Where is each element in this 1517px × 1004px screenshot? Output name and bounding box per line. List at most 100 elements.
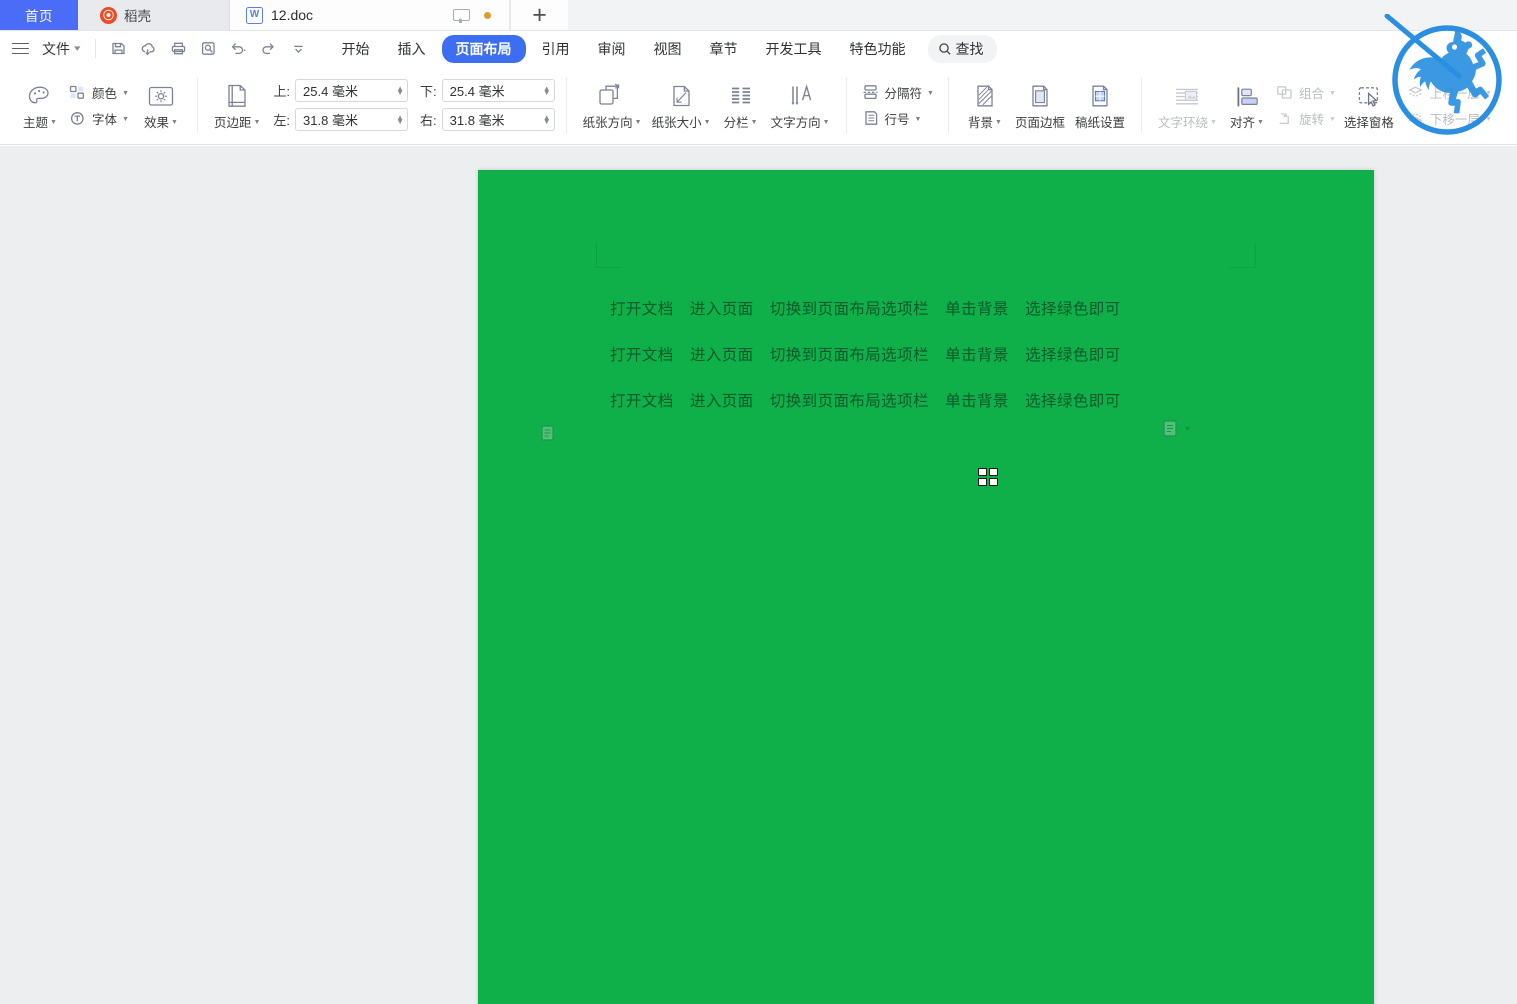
tab-review[interactable]: 审阅 xyxy=(586,35,638,63)
bring-forward-button[interactable]: 上移一层 ▼ xyxy=(1403,82,1495,103)
color-button[interactable]: 颜色 ▼ xyxy=(65,82,132,103)
chevron-down-icon: ▼ xyxy=(1328,89,1336,97)
daoke-flame-icon: ⦿ xyxy=(100,6,117,24)
tab-document-12doc[interactable]: W 12.doc xyxy=(230,0,510,30)
tab-page-layout[interactable]: 页面布局 xyxy=(441,34,526,63)
document-line[interactable]: 打开文档 进入页面 切换到页面布局选项栏 单击背景 选择绿色即可 xyxy=(610,297,1250,319)
line-segment: 选择绿色即可 xyxy=(1025,346,1121,364)
tab-insert[interactable]: 插入 xyxy=(386,35,438,63)
tab-daoke[interactable]: ⦿ 稻壳 xyxy=(78,0,230,30)
group-button[interactable]: 组合 ▼ xyxy=(1272,82,1339,103)
chevron-down-icon: ▼ xyxy=(1210,118,1217,126)
paste-options-icon[interactable] xyxy=(540,423,558,448)
margin-right-input[interactable]: 31.8 毫米 ▲ ▼ xyxy=(441,108,555,131)
font-button[interactable]: 字体 ▼ xyxy=(65,108,132,129)
menu-bar: 文件 ▾ 开始 插入 页面布局 引用 审阅 视图 章节 开发工具 特色功能 查找 xyxy=(0,31,1517,66)
document-text-body[interactable]: 打开文档 进入页面 切换到页面布局选项栏 单击背景 选择绿色即可 打开文档 进入… xyxy=(610,297,1250,435)
paper-orientation-label: 纸张方向 ▼ xyxy=(582,115,642,130)
file-menu-button[interactable]: 文件 ▾ xyxy=(36,36,86,62)
document-page[interactable]: 打开文档 进入页面 切换到页面布局选项栏 单击背景 选择绿色即可 打开文档 进入… xyxy=(478,170,1374,1004)
palette-icon xyxy=(26,80,54,110)
text-wrap-button[interactable]: 文字环绕 ▼ xyxy=(1153,78,1222,133)
word-doc-icon: W xyxy=(246,6,263,24)
chevron-down-icon: ▼ xyxy=(914,115,922,123)
cursor-quadrant xyxy=(978,478,987,486)
menu-hamburger-icon[interactable] xyxy=(12,42,29,55)
undo-icon[interactable] xyxy=(225,37,252,61)
breaks-subgroup: 分隔符 ▼ 行号 ▼ xyxy=(858,66,937,144)
chevron-down-icon[interactable]: ▼ xyxy=(1184,426,1191,433)
page-margin-icon xyxy=(224,80,250,110)
tab-chapter[interactable]: 章节 xyxy=(698,35,750,63)
monitor-icon[interactable] xyxy=(453,8,470,23)
save-icon[interactable] xyxy=(105,37,132,61)
redo-icon[interactable] xyxy=(255,37,282,61)
document-line[interactable]: 打开文档 进入页面 切换到页面布局选项栏 单击背景 选择绿色即可 xyxy=(610,343,1250,365)
margin-right-row: 右: 31.8 毫米 ▲ ▼ xyxy=(420,108,555,131)
find-button[interactable]: 查找 xyxy=(927,34,997,63)
chevron-down-icon: ▼ xyxy=(822,118,830,126)
margin-left-input[interactable]: 31.8 毫米 ▲ ▼ xyxy=(295,108,409,131)
tab-features-label: 特色功能 xyxy=(849,40,906,57)
align-objects-icon xyxy=(1233,80,1261,110)
background-button[interactable]: 背景 ▼ xyxy=(960,78,1010,133)
tab-bar-filler xyxy=(568,0,1517,30)
customize-toolbar-icon[interactable] xyxy=(285,37,312,61)
margin-right-label: 右: xyxy=(420,113,437,128)
stepper-arrows[interactable]: ▲ ▼ xyxy=(396,113,404,125)
paper-orientation-icon xyxy=(596,80,628,110)
layer-subgroup: 上移一层 ▼ 下移一层 ▼ xyxy=(1403,66,1495,144)
page-border-label: 页面边框 xyxy=(1014,115,1065,130)
tab-view-label: 视图 xyxy=(653,40,682,57)
bring-forward-icon xyxy=(1406,84,1425,101)
margin-top-input[interactable]: 25.4 毫米 ▲ ▼ xyxy=(295,79,409,102)
margin-top-label: 上: xyxy=(273,84,291,99)
new-tab-button[interactable]: + xyxy=(510,0,568,30)
line-segment: 切换到页面布局选项栏 xyxy=(769,392,929,410)
select-pane-button[interactable]: 选择窗格 xyxy=(1339,78,1399,133)
ribbon-divider xyxy=(1141,77,1142,133)
line-number-icon xyxy=(861,110,880,127)
effect-button[interactable]: 效果 ▼ xyxy=(136,78,186,133)
rotate-button[interactable]: 旋转 ▼ xyxy=(1272,108,1339,129)
paste-options-icon[interactable]: ▼ xyxy=(1162,418,1191,439)
tab-dev-tools[interactable]: 开发工具 xyxy=(754,35,834,63)
tab-start[interactable]: 开始 xyxy=(330,35,382,63)
bring-forward-label: 上移一层 xyxy=(1429,86,1480,101)
document-canvas[interactable]: 打开文档 进入页面 切换到页面布局选项栏 单击背景 选择绿色即可 打开文档 进入… xyxy=(0,146,1517,1004)
line-number-button[interactable]: 行号 ▼ xyxy=(858,108,937,129)
print-icon[interactable] xyxy=(165,37,192,61)
page-border-button[interactable]: 页面边框 xyxy=(1010,78,1070,133)
separator-button[interactable]: 分隔符 ▼ xyxy=(858,82,937,103)
send-backward-button[interactable]: 下移一层 ▼ xyxy=(1403,108,1495,129)
margin-bottom-input[interactable]: 25.4 毫米 ▲ ▼ xyxy=(441,79,555,102)
selection-pane-icon xyxy=(1355,80,1383,110)
align-button[interactable]: 对齐 ▼ xyxy=(1222,78,1272,133)
stepper-arrows[interactable]: ▲ ▼ xyxy=(396,84,404,96)
columns-button[interactable]: 分栏 ▼ xyxy=(716,78,766,133)
chevron-down-icon: ▼ xyxy=(927,89,934,97)
page-margin-button[interactable]: 页边距 ▼ xyxy=(209,78,265,133)
stepper-arrows[interactable]: ▲ ▼ xyxy=(543,113,551,125)
tab-home[interactable]: 首页 xyxy=(0,0,78,30)
text-direction-button[interactable]: 文字方向 ▼ xyxy=(766,78,835,133)
line-segment: 单击背景 xyxy=(945,392,1009,410)
theme-button[interactable]: 主题 ▼ xyxy=(15,78,65,133)
tab-chapter-label: 章节 xyxy=(709,40,738,57)
tab-reference[interactable]: 引用 xyxy=(530,35,582,63)
cloud-sync-icon[interactable] xyxy=(135,37,162,61)
print-preview-icon[interactable] xyxy=(195,37,222,61)
tab-features[interactable]: 特色功能 xyxy=(838,35,918,63)
chevron-down-icon: ▼ xyxy=(1484,115,1492,123)
paper-orientation-button[interactable]: 纸张方向 ▼ xyxy=(578,78,647,133)
line-segment: 打开文档 xyxy=(610,346,674,364)
paper-size-button[interactable]: 纸张大小 ▼ xyxy=(647,78,716,133)
window-tab-bar: 首页 ⦿ 稻壳 W 12.doc + xyxy=(0,0,1517,31)
status-dot xyxy=(484,11,491,19)
group-label: 组合 xyxy=(1298,86,1324,101)
tab-view[interactable]: 视图 xyxy=(642,35,694,63)
document-line[interactable]: 打开文档 进入页面 切换到页面布局选项栏 单击背景 选择绿色即可 xyxy=(610,389,1250,411)
stepper-arrows[interactable]: ▲ ▼ xyxy=(543,84,551,96)
grid-paper-button[interactable]: 稿纸设置 xyxy=(1070,78,1130,133)
chevron-down-icon: ▼ xyxy=(1484,89,1492,97)
